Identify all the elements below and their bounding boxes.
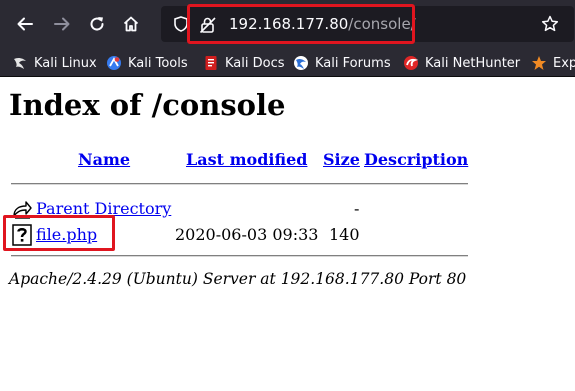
reload-button[interactable]: [85, 12, 109, 36]
column-header-description[interactable]: Description: [364, 150, 468, 169]
kali-forums-icon: [294, 56, 308, 70]
url-highlight-box: [187, 4, 415, 44]
bookmark-kali-linux[interactable]: Kali Linux: [12, 54, 97, 72]
bookmark-kali-nethunter[interactable]: Kali NetHunter: [403, 54, 520, 72]
header-divider: [11, 183, 468, 185]
column-header-last-modified[interactable]: Last modified: [186, 150, 307, 169]
browser-toolbar: 192.168.177.80/console/: [0, 0, 575, 49]
bookmark-star-icon[interactable]: [541, 15, 559, 33]
tracking-shield-icon[interactable]: [174, 16, 188, 32]
kali-tools-icon: [107, 56, 121, 70]
bookmark-label: Exp: [553, 55, 575, 71]
page-title: Index of /console: [9, 88, 286, 122]
page-content: Index of /console Name Last modified Siz…: [0, 77, 575, 391]
home-icon: [123, 16, 139, 32]
kali-nethunter-icon: [404, 56, 419, 70]
bookmark-label: Kali Docs: [225, 55, 285, 71]
kali-docs-icon: [205, 56, 217, 70]
row-last-modified: 2020-06-03 09:33: [175, 225, 319, 244]
row-size: 140: [329, 225, 360, 244]
bookmark-kali-forums[interactable]: Kali Forums: [293, 54, 391, 72]
bookmark-label: Kali NetHunter: [425, 55, 521, 71]
footer-divider: [11, 255, 468, 257]
bookmark-label: Kali Linux: [34, 55, 97, 71]
exploit-db-icon: [532, 56, 546, 70]
bookmark-label: Kali Forums: [315, 55, 391, 71]
back-button[interactable]: [13, 12, 37, 36]
bookmark-kali-docs[interactable]: Kali Docs: [203, 54, 285, 72]
forward-button[interactable]: [50, 12, 74, 36]
reload-icon: [90, 17, 104, 31]
forward-arrow-icon: [54, 17, 70, 31]
file-highlight-box: [3, 215, 115, 251]
kali-dragon-icon: [14, 57, 26, 69]
bookmark-exploit-db[interactable]: Exp: [531, 54, 575, 72]
column-header-size[interactable]: Size: [323, 150, 360, 169]
bookmark-label: Kali Tools: [128, 55, 188, 71]
column-header-name[interactable]: Name: [78, 150, 130, 169]
home-button[interactable]: [119, 12, 143, 36]
server-signature: Apache/2.4.29 (Ubuntu) Server at 192.168…: [9, 270, 467, 288]
bookmarks-toolbar: Kali Linux Kali Tools Kali Docs Kali For…: [0, 49, 575, 77]
bookmark-kali-tools[interactable]: Kali Tools: [106, 54, 188, 72]
back-arrow-icon: [17, 17, 33, 31]
row-size: -: [354, 199, 360, 218]
